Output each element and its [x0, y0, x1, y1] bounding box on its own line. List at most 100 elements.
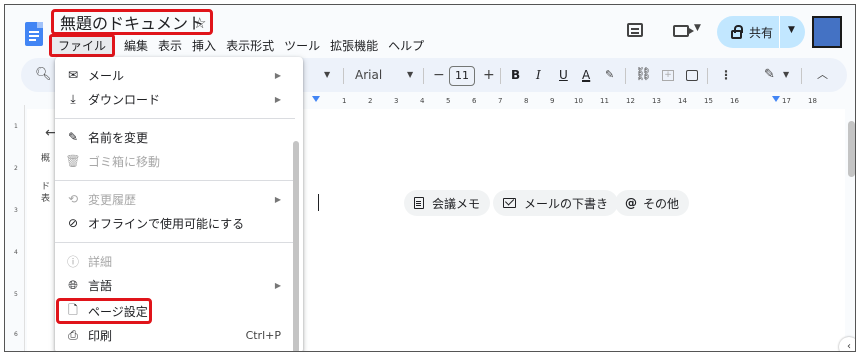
- decrease-font-size-button[interactable]: −: [433, 58, 445, 92]
- ruler-label: 3: [14, 207, 18, 214]
- meet-icon[interactable]: [673, 25, 694, 37]
- text-color-button[interactable]: A: [582, 58, 590, 92]
- file-menu-item-language[interactable]: 🌐︎ 言語 ▶: [55, 273, 295, 297]
- menu-view[interactable]: 表示: [153, 35, 187, 56]
- avatar[interactable]: [812, 16, 842, 48]
- chevron-down-icon[interactable]: ▼: [788, 25, 795, 35]
- menu-item-label: 詳細: [88, 254, 113, 269]
- outline-text: 表: [41, 194, 51, 204]
- menu-item-label: 名前を変更: [88, 130, 149, 145]
- at-icon: @: [625, 196, 637, 210]
- font-family-select[interactable]: Arial: [355, 58, 382, 92]
- ruler-label: 3: [394, 97, 399, 105]
- share-button[interactable]: 共有 ▼: [717, 16, 805, 48]
- font-size-input[interactable]: 11: [449, 66, 475, 86]
- right-indent-marker[interactable]: [772, 96, 780, 102]
- chip-label: メールの下書き: [524, 196, 609, 211]
- chip-meeting-notes[interactable]: 会議メモ: [404, 190, 491, 216]
- ruler-label: 12: [626, 97, 635, 105]
- ruler-label: 4: [420, 97, 425, 105]
- file-menu-item-email[interactable]: ✉ メール ▶: [55, 63, 295, 87]
- chevron-up-icon[interactable]: ︿: [817, 58, 828, 92]
- ruler-label: 4: [14, 249, 18, 256]
- document-icon: [414, 197, 424, 209]
- document-title[interactable]: 無題のドキュメント: [51, 9, 214, 35]
- chip-more[interactable]: @ その他: [615, 190, 690, 216]
- file-menu-item-history[interactable]: ⟲ 変更履歴 ▶: [55, 187, 295, 211]
- add-comment-icon[interactable]: +: [662, 70, 674, 81]
- ruler-label: 16: [730, 97, 739, 105]
- chip-label: 会議メモ: [432, 196, 481, 211]
- file-menu-item-print[interactable]: ⎙ 印刷 Ctrl+P: [55, 323, 295, 347]
- file-menu-item-rename[interactable]: ✎ 名前を変更: [55, 125, 295, 149]
- horizontal-ruler[interactable]: 1 2 3 4 5 6 7 8 9 10 11 12 13 14 15 16 1…: [301, 94, 853, 108]
- history-icon: ⟲: [67, 192, 79, 206]
- menu-scrollbar[interactable]: [293, 141, 299, 351]
- chevron-down-icon[interactable]: ▼: [324, 58, 330, 92]
- ruler-label: 14: [678, 97, 687, 105]
- italic-button[interactable]: I: [536, 58, 541, 92]
- text-cursor: [318, 194, 319, 211]
- file-menu-item-details[interactable]: ⓘ 詳細: [55, 249, 295, 273]
- ruler-label: 7: [498, 97, 503, 105]
- ruler-label: 17: [782, 97, 791, 105]
- left-indent-marker[interactable]: [312, 96, 320, 102]
- file-menu-item-offline[interactable]: ⊘ オフラインで使用可能にする: [55, 211, 295, 235]
- toolbar-divider: [500, 68, 501, 84]
- link-icon[interactable]: ⛓: [635, 58, 652, 92]
- menu-divider: [55, 242, 295, 243]
- chevron-down-icon[interactable]: ▼: [694, 23, 701, 33]
- file-menu-item-trash[interactable]: 🗑 ゴミ箱に移動: [55, 149, 295, 173]
- file-menu-item-download[interactable]: ⤓ ダウンロード ▶: [55, 87, 295, 111]
- info-icon: ⓘ: [66, 254, 79, 269]
- menu-extensions[interactable]: 拡張機能: [325, 35, 383, 56]
- chevron-left-icon[interactable]: ‹: [839, 337, 855, 351]
- rename-icon: ✎: [67, 130, 79, 144]
- menu-item-label: 言語: [88, 278, 113, 293]
- share-label: 共有: [749, 25, 774, 40]
- menu-file[interactable]: ファイル: [49, 33, 116, 57]
- editing-mode-pencil-icon[interactable]: ✎: [764, 58, 775, 92]
- insert-image-icon[interactable]: [686, 70, 698, 81]
- menu-item-label: ゴミ箱に移動: [88, 154, 161, 169]
- menu-help[interactable]: ヘルプ: [383, 35, 429, 56]
- submenu-arrow-icon: ▶: [274, 94, 281, 104]
- vertical-ruler[interactable]: 1 2 3 4 5 6: [13, 105, 25, 351]
- menu-insert[interactable]: 挿入: [187, 35, 221, 56]
- submenu-arrow-icon: ▶: [274, 70, 281, 80]
- docs-logo-icon[interactable]: [25, 22, 43, 46]
- page-setup-highlight: [56, 298, 152, 324]
- more-options-icon[interactable]: ⋮: [720, 58, 732, 92]
- search-menus-icon[interactable]: 🔍︎: [35, 58, 52, 92]
- lock-icon: [731, 24, 743, 39]
- trash-icon: 🗑: [65, 154, 81, 168]
- bold-button[interactable]: B: [511, 58, 520, 92]
- increase-font-size-button[interactable]: +: [483, 58, 495, 92]
- chevron-down-icon[interactable]: ▼: [783, 58, 789, 92]
- chevron-down-icon[interactable]: ▼: [407, 58, 413, 92]
- download-icon: ⤓: [70, 91, 76, 106]
- ruler-label: 8: [524, 97, 529, 105]
- ruler-label: 5: [446, 97, 451, 105]
- file-menu-dropdown: ✉ メール ▶ ⤓ ダウンロード ▶ ✎ 名前を変更 🗑 ゴミ箱に移動 ⟲ 変更…: [55, 57, 303, 351]
- menu-edit[interactable]: 編集: [119, 35, 153, 56]
- menu-format[interactable]: 表示形式: [221, 35, 279, 56]
- menu-item-label: メール: [88, 68, 125, 83]
- outline-text: 概: [41, 154, 51, 164]
- ruler-label: 10: [574, 97, 583, 105]
- toolbar-divider: [801, 68, 802, 84]
- menu-divider: [55, 180, 295, 181]
- shortcut-label: Ctrl+P: [245, 328, 281, 342]
- chip-email-draft[interactable]: メールの下書き: [493, 190, 619, 216]
- document-scrollbar[interactable]: [848, 121, 855, 177]
- mail-icon: [503, 198, 516, 208]
- star-icon[interactable]: ☆: [193, 14, 206, 32]
- menu-tools[interactable]: ツール: [279, 35, 325, 56]
- highlight-pen-icon[interactable]: ✎: [605, 58, 614, 92]
- print-icon: ⎙: [68, 327, 78, 342]
- menu-item-label: 印刷: [88, 328, 113, 343]
- toolbar-divider: [707, 68, 708, 84]
- underline-button[interactable]: U: [559, 58, 568, 92]
- share-divider: [779, 16, 780, 48]
- comment-history-icon[interactable]: [627, 23, 643, 37]
